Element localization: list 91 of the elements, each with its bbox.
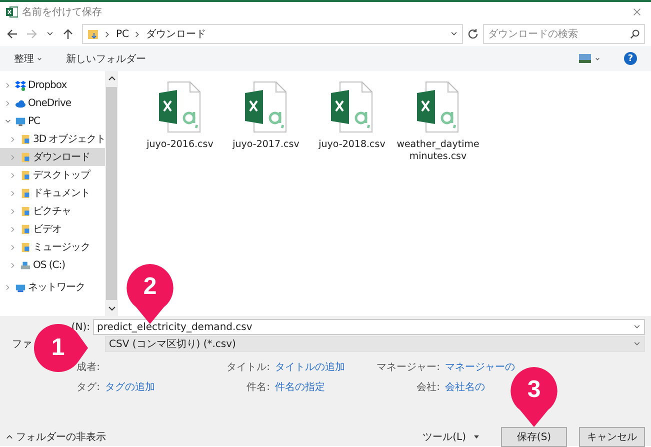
dropdown-icon[interactable] [450,30,458,38]
property-link[interactable]: マネージャーの [445,360,515,374]
folder-icon [20,134,31,144]
property-link[interactable]: タグの追加 [105,380,155,394]
file-item[interactable]: juyo-2017.csv [229,81,303,152]
caret-icon [474,435,479,439]
refresh-icon[interactable] [467,28,479,40]
folder-icon [20,152,31,162]
drive-icon [20,260,31,270]
sidebar-item[interactable]: ピクチャ [0,202,105,220]
help-button[interactable]: ? [624,52,637,65]
up-arrow-icon[interactable] [62,28,74,40]
chevron-right-icon[interactable] [5,100,11,106]
chevron-right-icon[interactable] [10,172,16,178]
property-label: 成者: [76,360,100,374]
view-icon[interactable] [579,54,591,63]
folder-icon [20,188,31,198]
sidebar-item[interactable]: ミュージック [0,238,105,256]
sidebar-item[interactable]: ドキュメント [0,184,105,202]
scroll-up-icon[interactable] [108,75,116,83]
organize-menu[interactable]: 整理 [14,52,42,66]
file-item[interactable]: juyo-2016.csv [143,81,217,152]
sidebar-item[interactable]: ダウンロード [0,148,105,166]
chevron-right-icon[interactable] [10,262,16,268]
chevron-right-icon[interactable] [10,190,16,196]
forward-arrow-icon[interactable] [26,28,38,40]
cloud-icon [15,98,26,108]
breadcrumb[interactable]: ダウンロード [146,27,206,41]
chevron-right-icon[interactable] [5,82,11,88]
dropdown-icon[interactable] [46,30,54,38]
chevron-icon [135,30,140,38]
chevron-right-icon[interactable] [10,226,16,232]
new-folder-button[interactable]: 新しいフォルダー [66,52,146,66]
chevron-up-icon [6,434,13,440]
folder-icon [20,224,31,234]
spreadsheet-file-icon [416,81,460,133]
dropdown-icon[interactable] [633,340,641,348]
field-label: (N): [71,322,90,332]
property-label: タイトル: [226,361,270,374]
tools-menu[interactable]: ツール(L) [422,430,479,444]
chevron-right-icon[interactable] [5,284,11,290]
back-arrow-icon[interactable] [6,28,18,40]
excel-icon [6,6,18,18]
hide-folders-button[interactable]: フォルダーの非表示 [6,430,106,444]
chevron-right-icon[interactable] [10,154,16,160]
caret-icon [37,56,42,60]
property-label: マネージャー: [376,361,440,374]
spreadsheet-file-icon [244,81,288,133]
close-icon[interactable] [633,8,641,16]
chevron-down-icon[interactable] [5,118,11,124]
property-link[interactable]: 会社名の [445,380,485,394]
folder-icon [20,206,31,216]
chevron-right-icon[interactable] [10,244,16,250]
property-link[interactable]: 件名の指定 [275,380,325,394]
save-button[interactable]: 保存(S) [501,427,567,447]
search-field[interactable]: ダウンロードの検索 [483,24,645,44]
dropdown-icon[interactable] [633,323,641,331]
caret-icon[interactable] [595,56,600,60]
property-link[interactable]: タイトルの追加 [275,360,345,374]
sidebar-item[interactable]: Dropbox [0,76,105,94]
sidebar-item[interactable]: OS (C:) [0,256,105,274]
property-label: タグ: [76,381,100,394]
breadcrumb[interactable]: PC [116,28,130,40]
folder-icon [20,170,31,180]
property-label: 会社: [416,380,440,394]
folder-icon [20,242,31,252]
address-bar[interactable]: PC ダウンロード [82,24,463,44]
sidebar-item[interactable]: 3D オブジェクト [0,130,105,148]
search-icon [630,29,640,39]
window-title: 名前を付けて保存 [22,6,103,19]
sidebar-item[interactable]: OneDrive [0,94,105,112]
file-type-dropdown[interactable]: CSV (コンマ区切り) (*.csv) [105,336,645,352]
scroll-down-icon[interactable] [108,304,116,312]
sidebar-item[interactable]: ビデオ [0,220,105,238]
sidebar-item[interactable]: PC [0,112,105,130]
chevron-right-icon[interactable] [10,208,16,214]
spreadsheet-file-icon [330,81,374,133]
cancel-button[interactable]: キャンセル [579,427,645,447]
dropbox-icon [15,80,26,90]
file-item[interactable]: juyo-2018.csv [315,81,389,152]
chevron-icon [105,30,110,38]
sidebar-item[interactable]: デスクトップ [0,166,105,184]
computer-icon [15,116,26,126]
property-label: 件名: [246,381,270,394]
spreadsheet-file-icon [158,81,202,133]
download-folder-icon [87,28,99,40]
scrollbar-thumb[interactable] [106,87,117,300]
field-label: ファ [12,338,32,351]
chevron-right-icon[interactable] [10,136,16,142]
filename-field[interactable]: predict_electricity_demand.csv [93,319,645,335]
sidebar-item[interactable]: ネットワーク [0,278,105,296]
